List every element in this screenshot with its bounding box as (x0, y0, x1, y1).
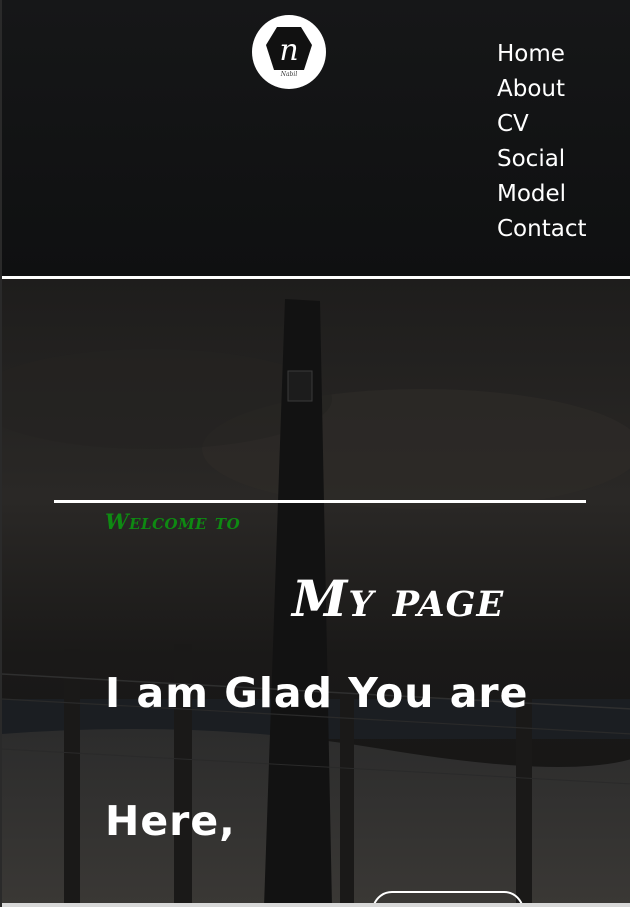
nav-about[interactable]: About (497, 72, 586, 107)
page: n Nabil Home About CV Social Model Conta… (0, 0, 630, 907)
hero-line-1: I am Glad You are (105, 669, 529, 717)
hero-title: My page (292, 569, 505, 628)
nav-home[interactable]: Home (497, 37, 586, 72)
logo-letter: n (279, 33, 298, 68)
nav-social[interactable]: Social (497, 142, 586, 177)
hero-line-2: Here, (105, 797, 236, 845)
hero-rule (54, 500, 586, 503)
welcome-text: Welcome to (105, 509, 241, 534)
site-header: n Nabil Home About CV Social Model Conta… (2, 0, 630, 276)
nav-model[interactable]: Model (497, 177, 586, 212)
nav-cv[interactable]: CV (497, 107, 586, 142)
horizontal-scrollbar[interactable] (2, 903, 630, 907)
site-logo[interactable]: n Nabil (252, 15, 326, 89)
main-nav: Home About CV Social Model Contact (497, 37, 586, 247)
hero-section: Welcome to My page I am Glad You are Her… (2, 279, 630, 907)
nav-contact[interactable]: Contact (497, 212, 586, 247)
logo-caption: Nabil (280, 71, 298, 78)
